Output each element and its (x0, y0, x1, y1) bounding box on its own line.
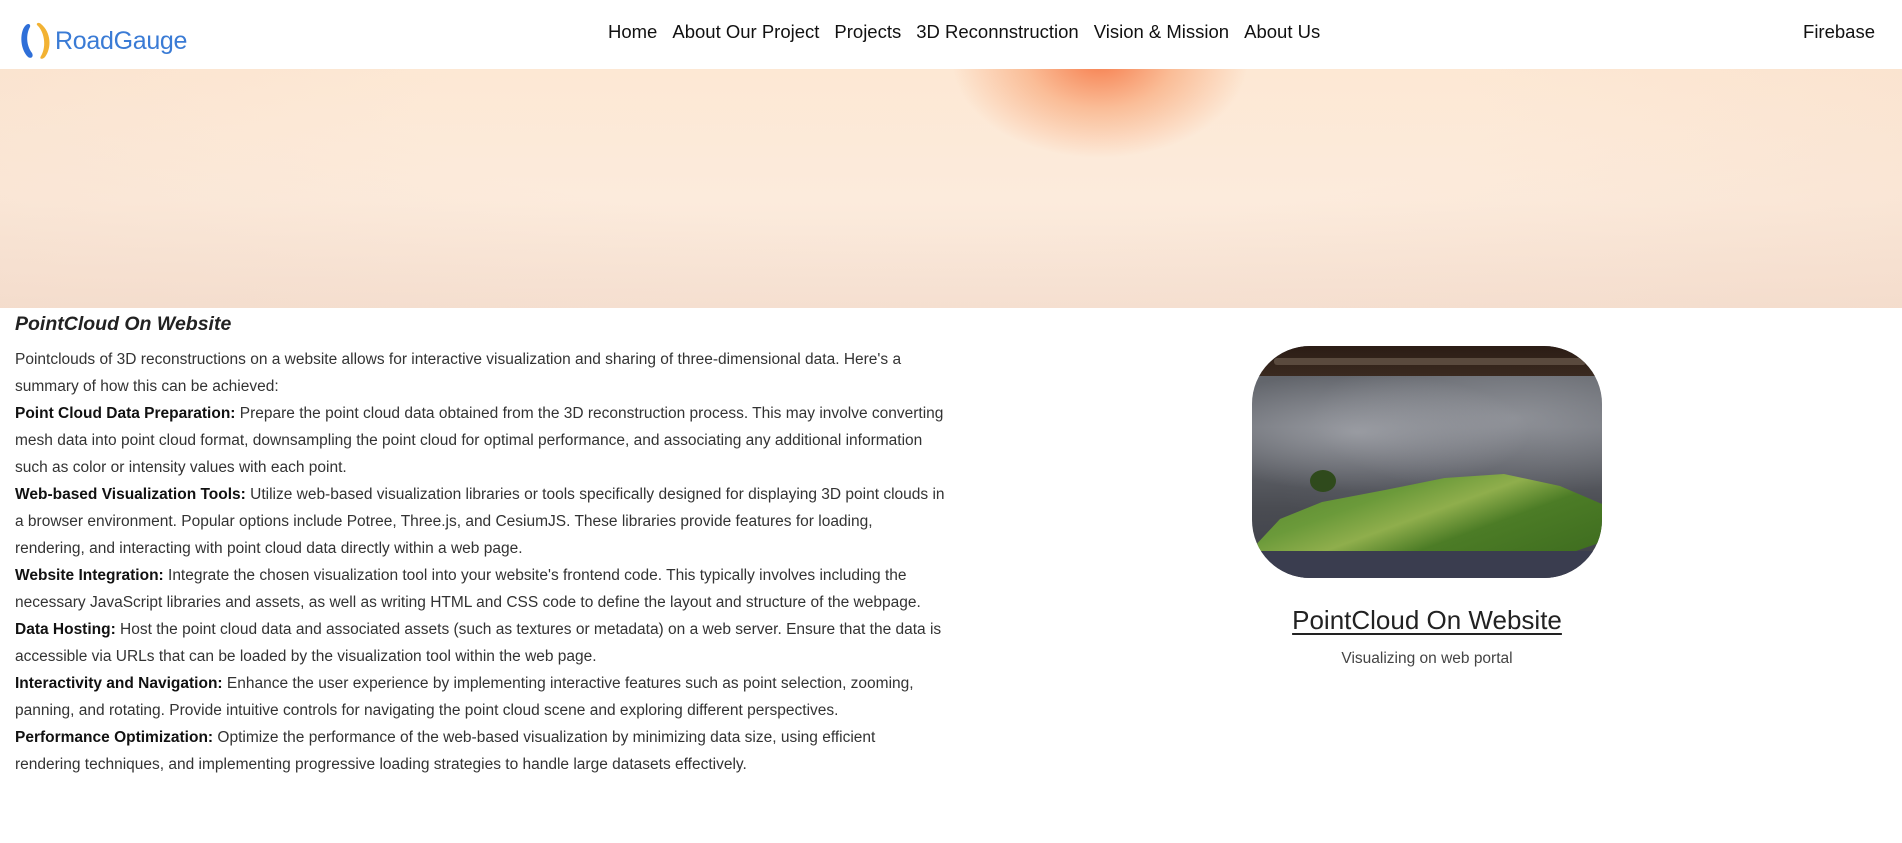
hero-banner (0, 69, 1902, 308)
nav-firebase[interactable]: Firebase (1803, 21, 1875, 43)
main-nav: Home About Our Project Projects 3D Recon… (608, 21, 1320, 43)
article-body: Pointclouds of 3D reconstructions on a w… (15, 346, 945, 778)
preview-ground (1252, 551, 1602, 578)
project-card: PointCloud On Website Visualizing on web… (1252, 346, 1602, 668)
card-caption: Visualizing on web portal (1341, 650, 1513, 667)
preview-tree (1310, 470, 1336, 492)
article-intro: Pointclouds of 3D reconstructions on a w… (15, 351, 902, 395)
nav-projects[interactable]: Projects (834, 21, 901, 43)
nav-home[interactable]: Home (608, 21, 657, 43)
section-heading: Interactivity and Navigation: (15, 675, 223, 692)
roadgauge-logo-icon (21, 22, 50, 59)
section-heading: Performance Optimization: (15, 729, 214, 746)
section-heading: Web-based Visualization Tools: (15, 486, 246, 503)
nav-3d-reconstruction[interactable]: 3D Reconnstruction (916, 21, 1078, 43)
card-title-link[interactable]: PointCloud On Website (1292, 605, 1562, 636)
brand-name: RoadGauge (55, 26, 188, 55)
nav-about-our-project[interactable]: About Our Project (672, 21, 819, 43)
hero-vignette (0, 69, 1902, 308)
article: PointCloud On Website Pointclouds of 3D … (15, 313, 945, 778)
pointcloud-preview-image[interactable] (1252, 346, 1602, 578)
preview-url-bar (1274, 358, 1586, 365)
section-heading: Point Cloud Data Preparation: (15, 405, 236, 422)
section-text: Host the point cloud data and associated… (15, 621, 942, 665)
nav-vision-mission[interactable]: Vision & Mission (1094, 21, 1229, 43)
section-heading: Data Hosting: (15, 621, 116, 638)
nav-about-us[interactable]: About Us (1244, 21, 1320, 43)
navbar: RoadGauge Home About Our Project Project… (0, 0, 1902, 69)
brand[interactable]: RoadGauge (17, 22, 187, 60)
article-title: PointCloud On Website (15, 313, 232, 335)
preview-browser-bar (1252, 346, 1602, 376)
section-heading: Website Integration: (15, 567, 164, 584)
